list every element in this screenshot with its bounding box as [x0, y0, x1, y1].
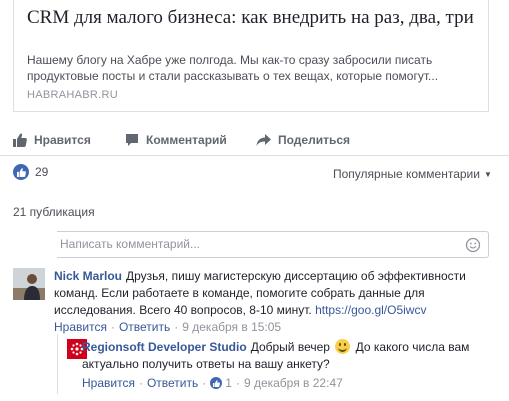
comment-like-link[interactable]: Нравится — [54, 320, 107, 334]
publication-count[interactable]: 21 публикация — [13, 205, 95, 219]
reply-text-start: Добрый вечер — [250, 340, 330, 354]
comment-button[interactable]: Комментарий — [125, 130, 227, 150]
comment-meta: Нравится · Ответить · 9 декабря в 15:05 — [54, 320, 282, 334]
comment-link[interactable]: https://goo.gl/O5iwcv — [315, 303, 426, 317]
reply-thread-line — [57, 334, 58, 394]
sort-caret-icon: ▼ — [483, 169, 492, 179]
share-arrow-icon — [256, 134, 271, 146]
link-title[interactable]: CRM для малого бизнеса: как внедрить на … — [27, 6, 487, 30]
reaction-count: 29 — [35, 165, 49, 179]
comment-reply-link[interactable]: Ответить — [119, 320, 170, 334]
reply-like-link[interactable]: Нравится — [82, 376, 135, 390]
like-reaction-icon — [13, 164, 29, 180]
comment-author[interactable]: Nick Marlou — [54, 269, 122, 283]
share-button[interactable]: Поделиться — [256, 130, 350, 150]
commenter-avatar[interactable] — [13, 268, 45, 300]
sort-label: Популярные комментарии — [333, 167, 480, 181]
like-label: Нравится — [34, 133, 91, 147]
share-label: Поделиться — [278, 133, 351, 147]
link-preview-card[interactable]: CRM для малого бизнеса: как внедрить на … — [13, 0, 489, 112]
link-domain: HABRAHABR.RU — [27, 89, 119, 101]
reply-like-count[interactable]: 1 — [225, 376, 232, 390]
post-action-bar: Нравится Комментарий Поделиться — [13, 124, 489, 154]
section-divider — [0, 155, 509, 156]
reply-timestamp[interactable]: 9 декабря в 22:47 — [244, 376, 343, 390]
comment-composer — [57, 231, 489, 258]
comment-sort-dropdown[interactable]: Популярные комментарии ▼ — [333, 167, 492, 181]
link-description: Нашему блогу на Хабре уже полгода. Мы ка… — [27, 53, 439, 83]
smile-emoji-icon — [335, 339, 351, 354]
comment-timestamp[interactable]: 9 декабря в 15:05 — [182, 320, 281, 334]
comment-bubble-icon — [126, 134, 138, 146]
comment-input[interactable] — [60, 237, 450, 251]
reply-like-icon — [210, 377, 223, 389]
reactions-summary[interactable]: 29 — [13, 164, 48, 180]
comment-body: Nick Marlou Друзья, пишу магистерскую дис… — [54, 268, 484, 319]
comment-label: Комментарий — [146, 133, 227, 147]
reply-author[interactable]: Regionsoft Developer Studio — [82, 340, 247, 354]
smiley-icon[interactable] — [465, 237, 481, 253]
reply-meta: Нравится · Ответить · 1 · 9 декабря в 22… — [82, 376, 343, 390]
thumbs-up-icon — [13, 133, 27, 147]
like-button[interactable]: Нравится — [13, 130, 91, 150]
reply-reply-link[interactable]: Ответить — [147, 376, 198, 390]
reply-body: Regionsoft Developer Studio Добрый вечер … — [82, 339, 494, 373]
current-user-avatar — [7, 226, 63, 260]
